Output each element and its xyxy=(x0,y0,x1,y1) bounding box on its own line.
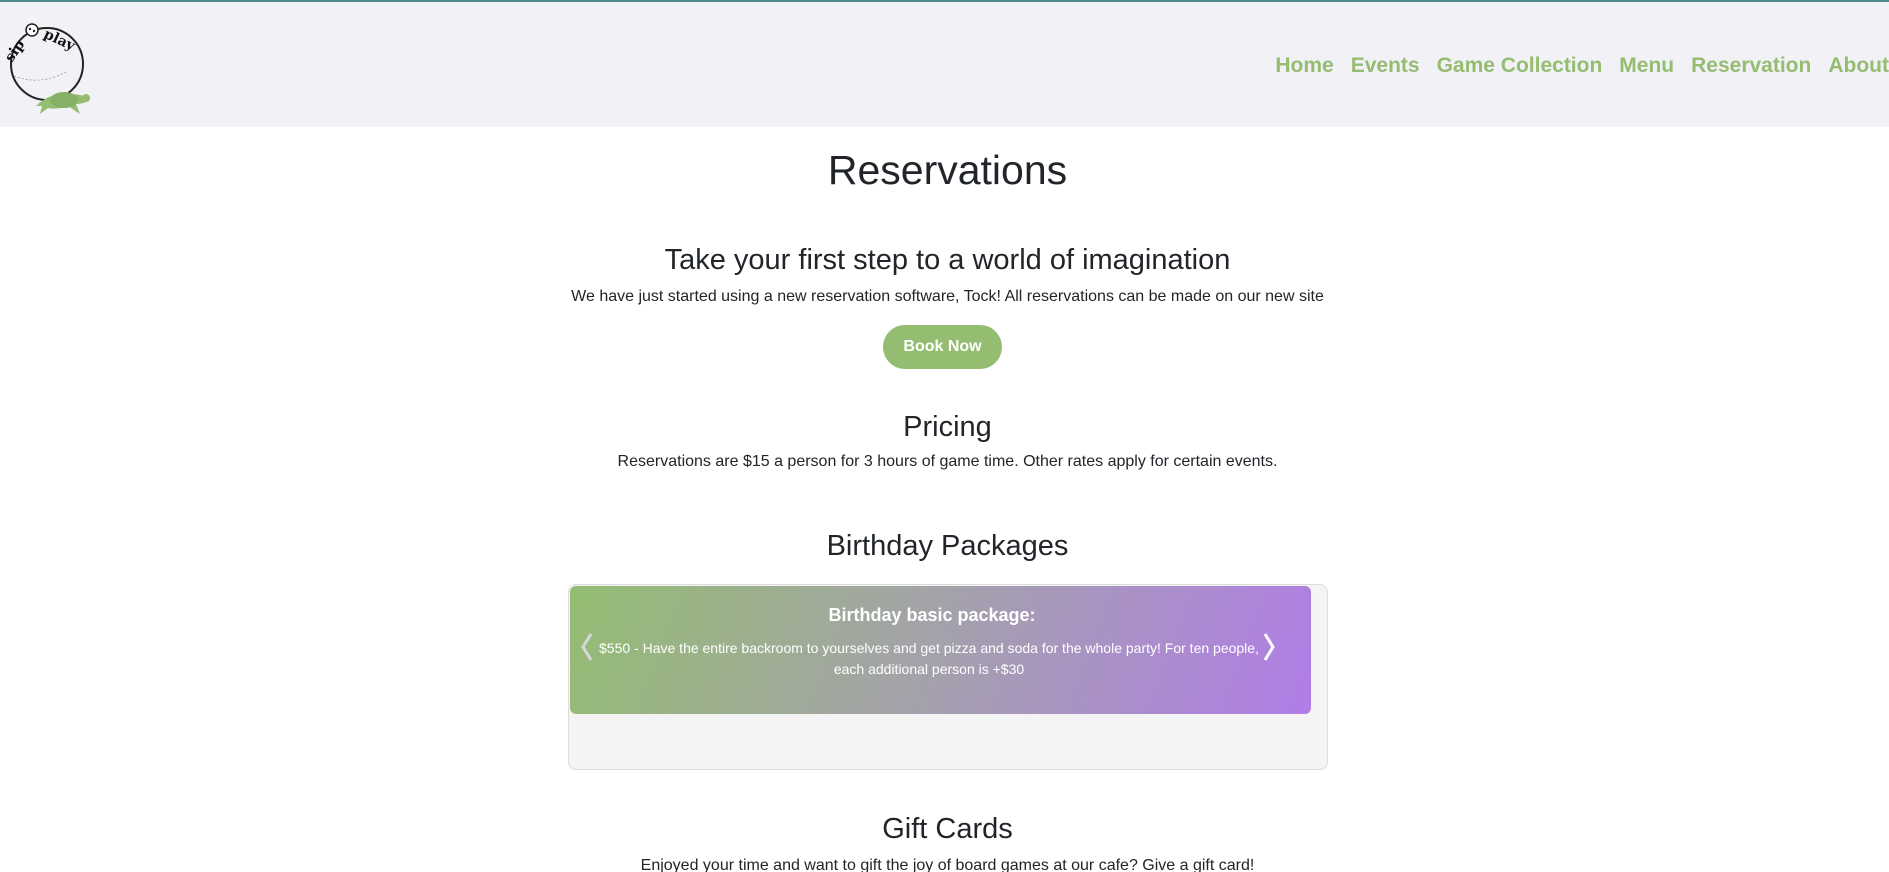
birthday-carousel: Birthday basic package: $550 - Have the … xyxy=(568,584,1328,770)
nav-menu[interactable]: Menu xyxy=(1619,54,1674,78)
intro-text: We have just started using a new reserva… xyxy=(571,288,1324,305)
nav-game-collection[interactable]: Game Collection xyxy=(1437,54,1603,78)
nav-reservation[interactable]: Reservation xyxy=(1691,54,1811,78)
giftcards-text: Enjoyed your time and want to gift the j… xyxy=(640,857,1255,872)
carousel-prev-icon[interactable] xyxy=(580,632,594,662)
book-now-button[interactable]: Book Now xyxy=(883,325,1002,369)
pricing-text: Reservations are $15 a person for 3 hour… xyxy=(617,453,1278,470)
nav-home[interactable]: Home xyxy=(1275,54,1333,78)
page-title: Reservations xyxy=(827,147,1068,193)
carousel-slide: Birthday basic package: $550 - Have the … xyxy=(570,586,1311,714)
nav-about[interactable]: About xyxy=(1828,54,1889,78)
svg-text:sip: sip xyxy=(2,37,28,65)
intro-heading: Take your first step to a world of imagi… xyxy=(664,244,1231,276)
pricing-heading: Pricing xyxy=(903,411,992,443)
sip-and-play-logo[interactable]: sip play xyxy=(0,14,96,118)
birthday-heading: Birthday Packages xyxy=(826,530,1069,562)
carousel-next-icon[interactable] xyxy=(1262,632,1276,662)
giftcards-heading: Gift Cards xyxy=(882,813,1013,845)
navbar: sip play Home Events Game Collection Men… xyxy=(0,2,1889,127)
nav-events[interactable]: Events xyxy=(1351,54,1420,78)
slide-description: $550 - Have the entire backroom to yours… xyxy=(599,640,1259,677)
main-nav: Home Events Game Collection Menu Reserva… xyxy=(1258,54,1889,78)
slide-title: Birthday basic package: xyxy=(828,605,1036,625)
